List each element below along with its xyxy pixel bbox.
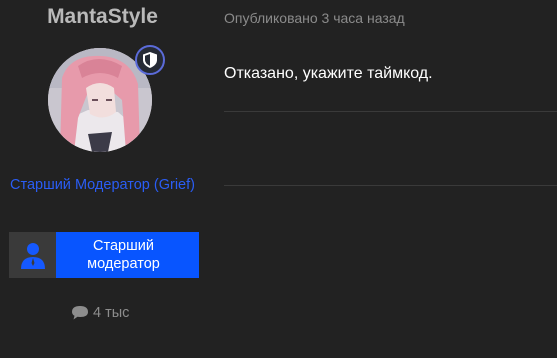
reputation-count: 4 тыс [93,305,130,321]
author-avatar-link[interactable] [48,45,165,152]
rank-badge-label: Старший модератор [56,232,199,278]
post-body-text: Отказано, укажите таймкод. [224,65,433,82]
rank-badge: Старший модератор [9,232,199,278]
post-container: MantaStyle Старший Модератор (Grief) Ста… [0,0,557,358]
post-content-panel: Опубликовано 3 часа назад Отказано, укаж… [224,0,557,358]
speech-bubble-icon [72,306,88,320]
author-title: Старший Модератор (Grief) [10,177,195,193]
reputation-stat[interactable]: 4 тыс [71,305,129,321]
author-username[interactable]: MantaStyle [0,4,205,30]
rank-icon-box [9,232,56,278]
author-panel: MantaStyle Старший Модератор (Grief) Ста… [0,0,205,358]
divider [224,111,557,112]
post-timestamp[interactable]: Опубликовано 3 часа назад [224,10,405,27]
divider [224,185,557,186]
user-icon [20,243,45,269]
group-badge [135,45,165,75]
shield-icon [143,52,157,68]
